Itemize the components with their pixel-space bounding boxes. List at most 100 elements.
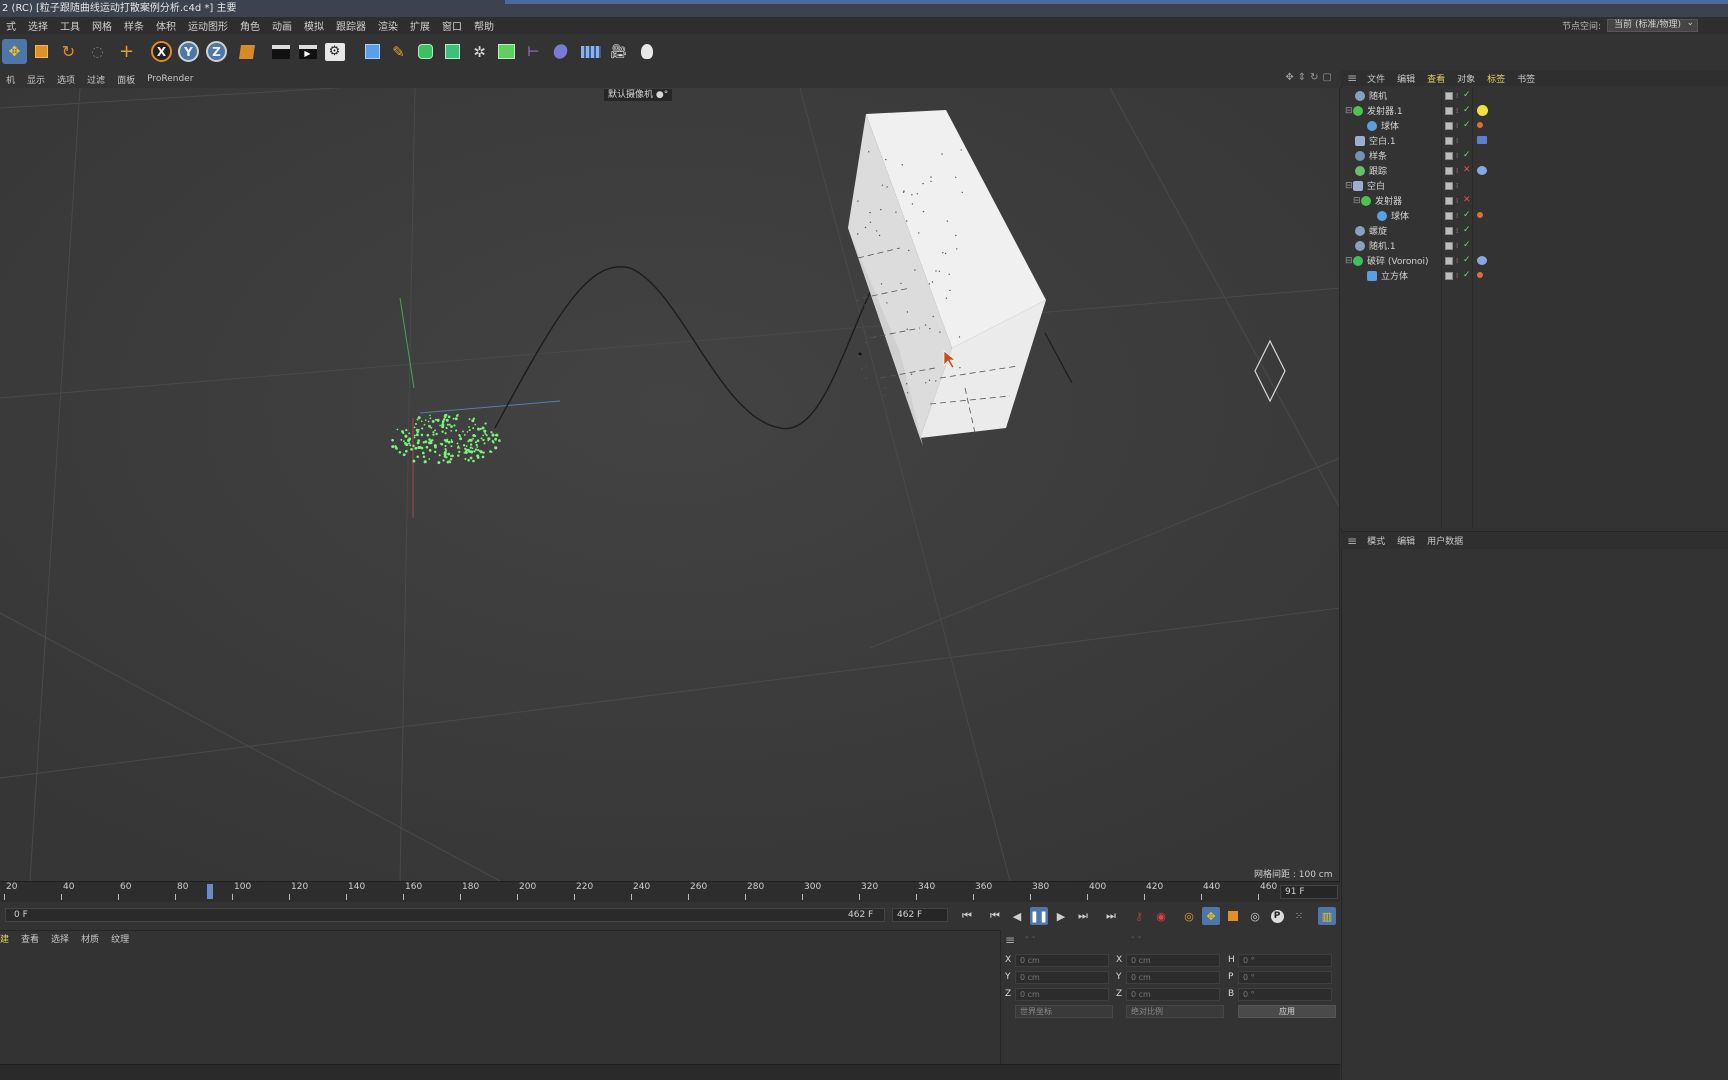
live-select-button[interactable]: ◌ [85, 39, 110, 64]
menu-tracker[interactable]: 跟踪器 [330, 18, 372, 33]
pan-icon[interactable]: ✥ [1285, 72, 1293, 83]
add-tool-button[interactable]: + [114, 39, 139, 64]
object-row[interactable]: ⊟ 发射器.1 ⁞ ✓ [1341, 103, 1728, 118]
menu-mograph[interactable]: 运动图形 [182, 18, 234, 33]
visibility-toggle[interactable] [1445, 196, 1453, 205]
y-axis-button[interactable]: Y [176, 39, 201, 64]
z-axis-button[interactable]: Z [204, 39, 229, 64]
record-button[interactable]: ⚷ [1130, 907, 1148, 925]
size-y-field[interactable]: 0 cm [1126, 971, 1220, 984]
node-space-dropdown[interactable]: 当前 (标准/物理) [1607, 18, 1698, 32]
prev-key-button[interactable]: ⏮ [986, 907, 1004, 925]
tag-icon[interactable] [1477, 212, 1483, 218]
menu-tools[interactable]: 工具 [54, 18, 86, 33]
hamburger-icon[interactable]: ≡ [1341, 534, 1361, 548]
object-row[interactable]: 随机 ⁞ ✓ [1341, 88, 1728, 103]
rotate-tool-button[interactable]: ↻ [56, 39, 81, 64]
viewport-menu-options[interactable]: 选项 [51, 73, 81, 86]
coord-system-button[interactable] [234, 39, 259, 64]
zoom-icon[interactable]: ⇕ [1298, 72, 1306, 83]
hamburger-icon[interactable]: ≡ [1341, 71, 1361, 85]
viewport-menu-display[interactable]: 显示 [21, 73, 51, 86]
coord-mode-dropdown[interactable]: 世界坐标 [1015, 1005, 1113, 1018]
extrude-button[interactable] [440, 39, 465, 64]
menu-animation[interactable]: 动画 [266, 18, 298, 33]
object-row[interactable]: 跟踪 ⁞ ✕ [1341, 163, 1728, 178]
viewport-menu-prorender[interactable]: ProRender [141, 74, 199, 84]
menu-character[interactable]: 角色 [234, 18, 266, 33]
visibility-toggle[interactable] [1445, 136, 1453, 145]
menu-select[interactable]: 选择 [22, 18, 54, 33]
object-row[interactable]: 随机.1 ⁞ ✓ [1341, 238, 1728, 253]
column-separator[interactable] [1472, 88, 1473, 528]
go-to-start-button[interactable]: ⏮ [958, 907, 976, 925]
visibility-toggle[interactable] [1445, 226, 1453, 235]
visibility-toggle[interactable] [1445, 106, 1453, 115]
menu-spline[interactable]: 样条 [118, 18, 150, 33]
pos-z-field[interactable]: 0 cm [1015, 988, 1109, 1001]
om-menu-view[interactable]: 查看 [1421, 72, 1451, 85]
range-end-field[interactable]: 462 F [892, 908, 948, 922]
tag-icon[interactable] [1477, 122, 1483, 128]
collapse-icon[interactable]: ⊟ [1345, 181, 1353, 191]
object-row[interactable]: ⊟ 发射器 ⁞ ✕ [1341, 193, 1728, 208]
prev-frame-button[interactable]: ◀ [1008, 907, 1026, 925]
pen-button[interactable]: ✎ [386, 39, 411, 64]
disabled-x-icon[interactable]: ✕ [1463, 166, 1471, 175]
collapse-icon[interactable]: ⊟ [1353, 196, 1361, 206]
collapse-icon[interactable]: ⊟ [1345, 256, 1353, 266]
next-frame-button[interactable]: ▶ [1052, 907, 1070, 925]
timeline-ruler[interactable]: 20 40 60 80 100 120 140 160 180 200 220 240 260 280 30… [0, 881, 1340, 902]
mm-menu-material[interactable]: 材质 [75, 932, 105, 945]
visibility-toggle[interactable] [1445, 211, 1453, 220]
floor-button[interactable] [578, 39, 603, 64]
cloner-button[interactable]: ✲ [467, 39, 492, 64]
enabled-check-icon[interactable]: ✓ [1463, 241, 1471, 250]
enabled-check-icon[interactable]: ✓ [1463, 256, 1471, 265]
om-menu-file[interactable]: 文件 [1361, 72, 1391, 85]
object-row[interactable]: ⊟ 破碎 (Voronoi) ⁞ ✓ [1341, 253, 1728, 268]
om-menu-tags[interactable]: 标签 [1481, 72, 1511, 85]
object-row[interactable]: 样条 ⁞ ✓ [1341, 148, 1728, 163]
mm-menu-select[interactable]: 选择 [45, 932, 75, 945]
visibility-toggle[interactable] [1445, 151, 1453, 160]
pause-button[interactable]: ❚❚ [1030, 907, 1048, 925]
object-row[interactable]: 球体 ⁞ ✓ [1341, 208, 1728, 223]
object-row[interactable]: ⊟ 空白 ⁞ [1341, 178, 1728, 193]
enabled-check-icon[interactable]: ✓ [1463, 106, 1471, 115]
viewport-menu-filter[interactable]: 过滤 [81, 73, 111, 86]
material-area[interactable] [0, 946, 1000, 1080]
mm-menu-texture[interactable]: 纹理 [105, 932, 135, 945]
menu-render[interactable]: 渲染 [372, 18, 404, 33]
apply-button[interactable]: 应用 [1238, 1005, 1336, 1018]
column-separator[interactable] [1441, 88, 1442, 528]
mm-menu-view[interactable]: 查看 [15, 932, 45, 945]
rot-b-field[interactable]: 0 ° [1238, 988, 1332, 1001]
enabled-check-icon[interactable]: ✓ [1463, 151, 1471, 160]
menu-mesh[interactable]: 网格 [86, 18, 118, 33]
key-position-button[interactable]: ✥ [1202, 907, 1220, 925]
size-z-field[interactable]: 0 cm [1126, 988, 1220, 1001]
hamburger-icon[interactable]: ≡ [1005, 933, 1015, 947]
viewport-menu-panel[interactable]: 面板 [111, 73, 141, 86]
am-menu-mode[interactable]: 模式 [1361, 534, 1391, 547]
object-row[interactable]: 空白.1 ⁞ [1341, 133, 1728, 148]
x-axis-button[interactable]: X [149, 39, 174, 64]
viewport-menu-camera[interactable]: 机 [0, 73, 21, 86]
om-menu-edit[interactable]: 编辑 [1391, 72, 1421, 85]
next-key-button[interactable]: ⏭ [1074, 907, 1092, 925]
render-view-button[interactable] [268, 39, 293, 64]
light-button[interactable] [634, 39, 659, 64]
playhead[interactable] [207, 884, 213, 899]
tag-icon[interactable] [1477, 136, 1487, 144]
enabled-check-icon[interactable]: ✓ [1463, 211, 1471, 220]
size-x-field[interactable]: 0 cm [1126, 954, 1220, 967]
material-tag-icon[interactable] [1477, 105, 1488, 116]
key-scale-button[interactable] [1224, 907, 1242, 925]
subdivision-button[interactable] [413, 39, 438, 64]
menu-window[interactable]: 窗口 [436, 18, 468, 33]
enabled-check-icon[interactable]: ✓ [1463, 91, 1471, 100]
render-settings-button[interactable]: ⚙ [322, 39, 347, 64]
camera-button[interactable]: 🎥︎ [606, 39, 631, 64]
rot-p-field[interactable]: 0 ° [1238, 971, 1332, 984]
